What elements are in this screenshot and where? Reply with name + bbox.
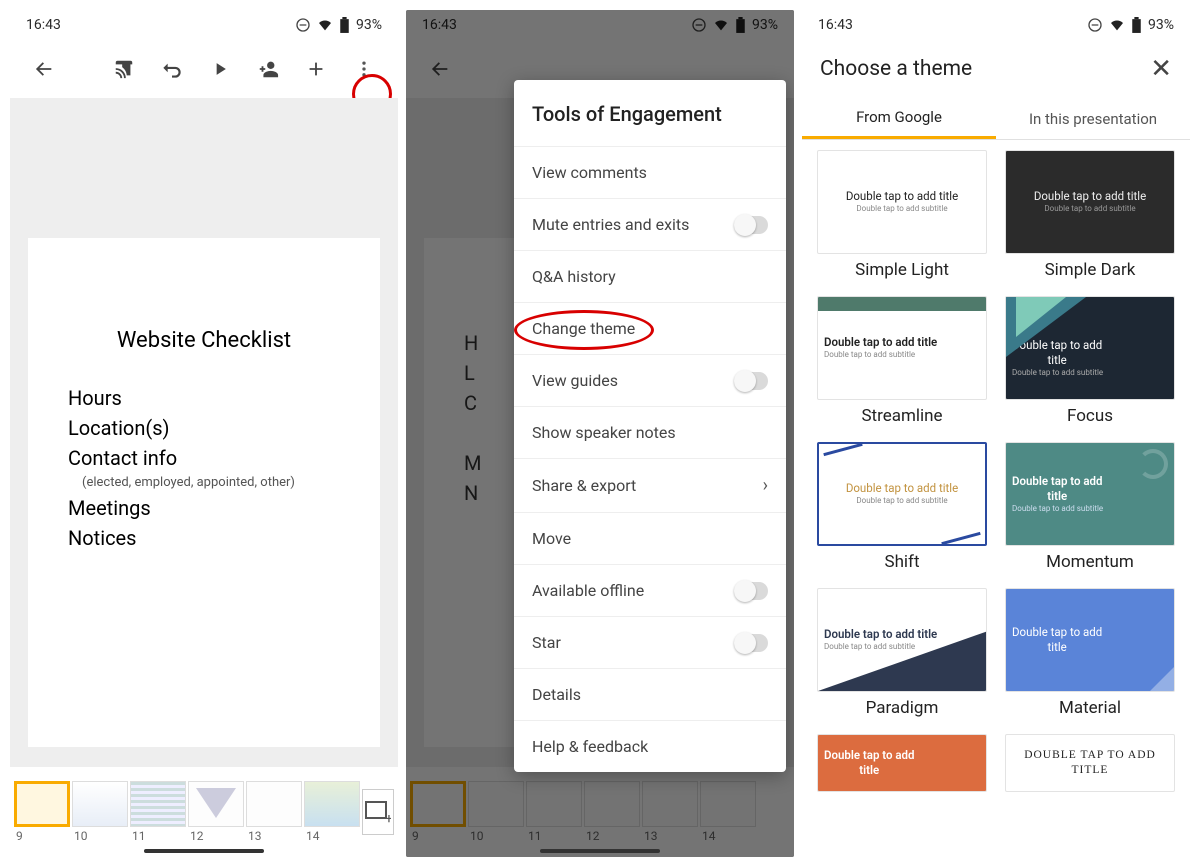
theme-simple-light[interactable]: Double tap to add titleDouble tap to add… bbox=[816, 150, 988, 280]
menu-share-export[interactable]: Share & export› bbox=[514, 458, 786, 512]
add-button[interactable] bbox=[292, 45, 340, 93]
close-button[interactable]: ✕ bbox=[1150, 54, 1172, 84]
toggle-icon[interactable] bbox=[734, 372, 768, 390]
battery-icon bbox=[339, 17, 350, 34]
menu-star[interactable]: Star bbox=[514, 616, 786, 668]
status-bar: 16:43 93% bbox=[802, 10, 1190, 40]
home-indicator bbox=[144, 849, 264, 853]
menu-help-feedback[interactable]: Help & feedback bbox=[514, 720, 786, 772]
chevron-right-icon: › bbox=[763, 475, 768, 496]
thumb-10[interactable]: 10 bbox=[72, 781, 128, 843]
theme-material[interactable]: Double tap to addtitle Material bbox=[1004, 588, 1176, 718]
status-time: 16:43 bbox=[26, 17, 61, 33]
battery-icon bbox=[1131, 17, 1142, 34]
undo-button[interactable] bbox=[148, 45, 196, 93]
menu-available-offline[interactable]: Available offline bbox=[514, 564, 786, 616]
battery-level: 93% bbox=[1148, 17, 1174, 33]
overflow-menu: Tools of Engagement View comments Mute e… bbox=[514, 80, 786, 772]
more-button[interactable] bbox=[340, 45, 388, 93]
menu-view-comments[interactable]: View comments bbox=[514, 146, 786, 198]
toolbar bbox=[10, 40, 398, 98]
status-bar: 16:43 93% bbox=[10, 10, 398, 40]
menu-details[interactable]: Details bbox=[514, 668, 786, 720]
theme-simple-dark[interactable]: Double tap to add titleDouble tap to add… bbox=[1004, 150, 1176, 280]
thumb-14[interactable]: 14 bbox=[304, 781, 360, 843]
menu-view-guides[interactable]: View guides bbox=[514, 354, 786, 406]
page-title: Choose a theme bbox=[820, 57, 972, 81]
wifi-icon bbox=[317, 17, 333, 33]
thumb-13[interactable]: 13 bbox=[246, 781, 302, 843]
tab-in-presentation[interactable]: In this presentation bbox=[996, 98, 1190, 139]
phone-screen-1: 16:43 93% Website Checklist Hours Locati… bbox=[10, 10, 398, 857]
toggle-icon[interactable] bbox=[734, 582, 768, 600]
thumb-11[interactable]: 11 bbox=[130, 781, 186, 843]
theme-momentum[interactable]: Double tap to addtitleDouble tap to add … bbox=[1004, 442, 1176, 572]
current-slide[interactable]: Website Checklist Hours Location(s) Cont… bbox=[28, 238, 380, 747]
slide-thumbnails: 9 10 11 12 13 14 + bbox=[10, 767, 398, 857]
share-people-button[interactable] bbox=[244, 45, 292, 93]
add-slide-button[interactable]: + bbox=[362, 789, 394, 835]
theme-header: Choose a theme ✕ bbox=[802, 40, 1190, 98]
theme-shift[interactable]: Double tap to add titleDouble tap to add… bbox=[816, 442, 988, 572]
theme-paradigm[interactable]: Double tap to add titleDouble tap to add… bbox=[816, 588, 988, 718]
home-indicator bbox=[540, 849, 660, 853]
battery-level: 93% bbox=[356, 17, 382, 33]
slide-text: Hours Location(s) Contact info (elected,… bbox=[68, 383, 340, 553]
present-button[interactable] bbox=[196, 45, 244, 93]
menu-speaker-notes[interactable]: Show speaker notes bbox=[514, 406, 786, 458]
theme-swiss[interactable]: Double tap to addtitle bbox=[816, 734, 988, 792]
tab-from-google[interactable]: From Google bbox=[802, 98, 996, 139]
wifi-icon bbox=[1109, 17, 1125, 33]
theme-handwritten[interactable]: DOUBLE TAP TO ADD TITLE bbox=[1004, 734, 1176, 792]
svg-text:+: + bbox=[385, 811, 391, 823]
theme-tabs: From Google In this presentation bbox=[802, 98, 1190, 140]
thumb-12[interactable]: 12 bbox=[188, 781, 244, 843]
back-button[interactable] bbox=[20, 45, 68, 93]
toggle-icon[interactable] bbox=[734, 216, 768, 234]
menu-title: Tools of Engagement bbox=[514, 80, 786, 146]
theme-focus[interactable]: Double tap to addtitleDouble tap to add … bbox=[1004, 296, 1176, 426]
theme-streamline[interactable]: Double tap to add titleDouble tap to add… bbox=[816, 296, 988, 426]
menu-move[interactable]: Move bbox=[514, 512, 786, 564]
dnd-icon bbox=[1087, 17, 1103, 33]
slide-title: Website Checklist bbox=[68, 328, 340, 353]
editor-canvas[interactable]: Website Checklist Hours Location(s) Cont… bbox=[10, 98, 398, 767]
phone-screen-3: 16:43 93% Choose a theme ✕ From Google I… bbox=[802, 10, 1190, 857]
theme-grid: Double tap to add titleDouble tap to add… bbox=[802, 140, 1190, 857]
status-time: 16:43 bbox=[818, 17, 853, 33]
toggle-icon[interactable] bbox=[734, 634, 768, 652]
thumb-9[interactable]: 9 bbox=[14, 781, 70, 843]
dnd-icon bbox=[295, 17, 311, 33]
cast-button[interactable] bbox=[100, 45, 148, 93]
menu-mute-entries[interactable]: Mute entries and exits bbox=[514, 198, 786, 250]
phone-screen-2: 16:43 93% HLCMN 9 10 11 12 13 14 Tools o… bbox=[406, 10, 794, 857]
menu-change-theme[interactable]: Change theme bbox=[514, 302, 786, 354]
menu-qa-history[interactable]: Q&A history bbox=[514, 250, 786, 302]
